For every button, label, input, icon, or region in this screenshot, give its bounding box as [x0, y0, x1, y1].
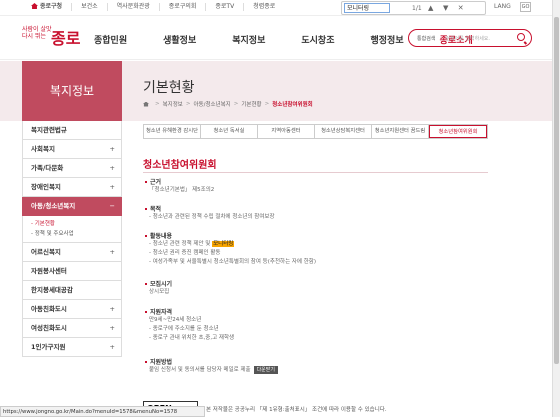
sidebar-item-generation[interactable]: 한지붕세대공감 — [22, 281, 122, 300]
sidebar-item-volunteer[interactable]: 자원봉사센터 — [22, 262, 122, 281]
section-title: 복지정보 — [22, 61, 122, 121]
plus-icon: + — [109, 324, 115, 332]
nav-life[interactable]: 생활정보 — [163, 33, 196, 46]
utility-link-council[interactable]: 종로구의회 — [158, 3, 206, 11]
plus-icon: + — [109, 145, 115, 153]
utility-link-integrity[interactable]: 청렴종로 — [243, 3, 284, 11]
sidebar-item-women-city[interactable]: 여성친화도시 + — [22, 319, 122, 338]
divider — [143, 172, 488, 173]
page-title: 기본현황 — [143, 80, 195, 96]
find-prev-button[interactable]: ▲ — [425, 4, 437, 12]
nav-city[interactable]: 도시창조 — [301, 33, 334, 46]
tab-counseling[interactable]: 청소년상담복지센터 — [315, 125, 372, 138]
breadcrumb-item[interactable]: 기본현황 — [241, 100, 261, 108]
go-button[interactable]: GO — [520, 2, 531, 12]
search-input[interactable]: 검색어를 입력하세요. — [445, 35, 490, 42]
lang-select[interactable]: LANG — [494, 3, 511, 10]
tab-watch[interactable]: 청소년 유해환경 감시단 — [144, 125, 201, 138]
search-scope-select[interactable]: 통합검색 — [417, 35, 435, 42]
utility-link-jongno[interactable]: 종로구청 — [22, 3, 71, 11]
search-box: 통합검색 검색어를 입력하세요. — [408, 29, 532, 47]
sidebar-item-laws[interactable]: 복지관련법규 — [22, 121, 122, 140]
section-purpose: 목적 - 청소년과 관련된 정책 수립 절차에 청소년의 참여보장 — [145, 204, 275, 222]
plus-icon: + — [109, 164, 115, 172]
content-title: 청소년참여위원회 — [143, 160, 217, 171]
breadcrumb: > 복지정보 > 아동/청소년복지 > 기본현황 > 청소년참여위원회 — [143, 100, 313, 108]
utility-link-history[interactable]: 역사문화관광 — [106, 3, 159, 11]
minus-icon: − — [109, 202, 115, 210]
utility-bar: 종로구청 보건소 역사문화관광 종로구의회 종로TV 청렴종로 모니터링 1/1… — [0, 0, 552, 16]
search-icon[interactable] — [517, 33, 525, 41]
sidebar-subitem-policy[interactable]: - 정책 및 주요사업 — [31, 229, 121, 239]
sidebar-subitem-status[interactable]: - 기본현황 — [31, 219, 121, 229]
find-bar: 모니터링 1/1 ▲ ▼ ✕ — [341, 1, 486, 15]
sidebar: 복지관련법규 사회복지 + 가족/다문화 + 장애인복지 + 아동/청소년복지 − - … — [22, 121, 122, 357]
logo-slogan: 사람이 살맛 다시 뛰는 — [22, 26, 52, 40]
scrollbar-thumb[interactable] — [554, 17, 559, 364]
tab-dream[interactable]: 청소년지원센터 꿈드림 — [372, 125, 429, 138]
tab-child-center[interactable]: 지역아동센터 — [258, 125, 315, 138]
section-basis: 근거 「청소년기본법」 제5조의2 — [145, 177, 214, 195]
plus-icon: + — [109, 343, 115, 351]
status-url: https://www.jongno.go.kr/Main.do?menuId=… — [0, 406, 205, 417]
sidebar-item-social[interactable]: 사회복지 + — [22, 140, 122, 159]
plus-icon: + — [109, 183, 115, 191]
utility-links: 종로구청 보건소 역사문화관광 종로구의회 종로TV 청렴종로 — [22, 3, 284, 11]
utility-link-tv[interactable]: 종로TV — [205, 3, 243, 11]
nav-civil[interactable]: 종합민원 — [94, 33, 127, 46]
scrollbar[interactable] — [552, 0, 560, 417]
utility-link-health[interactable]: 보건소 — [71, 3, 107, 11]
plus-icon: + — [109, 248, 115, 256]
find-count: 1/1 — [412, 4, 422, 12]
home-icon — [31, 3, 38, 9]
sidebar-submenu: - 기본현황 - 정책 및 주요사업 — [22, 216, 122, 243]
site-header: 사람이 살맛 다시 뛰는 종로 종합민원 생활정보 복지정보 도시창조 행정정보… — [0, 16, 552, 60]
site-logo[interactable]: 종로 — [51, 25, 80, 49]
find-highlight: 모니터링 — [212, 241, 235, 247]
download-button[interactable]: 다운받기 — [253, 366, 278, 374]
section-activity: 활동내용 - 청소년 관련 정책 제안 및 모니터링 - 청소년 권리 증진 캠… — [145, 231, 316, 267]
sidebar-item-elderly[interactable]: 어르신복지 + — [22, 243, 122, 262]
find-next-button[interactable]: ▼ — [440, 4, 452, 12]
sidebar-item-family[interactable]: 가족/다문화 + — [22, 159, 122, 178]
sidebar-item-disabled[interactable]: 장애인복지 + — [22, 178, 122, 197]
section-recruit: 모집시기 상시모집 — [145, 279, 172, 297]
sidebar-item-child-city[interactable]: 아동친화도시 + — [22, 300, 122, 319]
sidebar-item-youth[interactable]: 아동/청소년복지 − — [22, 197, 122, 216]
plus-icon: + — [109, 305, 115, 313]
tab-reading-room[interactable]: 청소년 독서실 — [201, 125, 258, 138]
home-icon[interactable] — [143, 101, 149, 107]
find-close-button[interactable]: ✕ — [455, 4, 467, 12]
content-tabs: 청소년 유해환경 감시단 청소년 독서실 지역아동센터 청소년상담복지센터 청소… — [143, 124, 488, 139]
section-method: 지원방법 붙임 신청서 및 동의서를 담당자 메일로 제출 다운받기 — [145, 357, 278, 375]
nav-admin[interactable]: 행정정보 — [371, 33, 404, 46]
sidebar-item-single[interactable]: 1인가구지원 + — [22, 338, 122, 357]
breadcrumb-item[interactable]: 복지정보 — [163, 100, 183, 108]
breadcrumb-item[interactable]: 아동/청소년복지 — [193, 100, 230, 108]
breadcrumb-current: 청소년참여위원회 — [272, 102, 313, 108]
find-input[interactable]: 모니터링 — [344, 3, 390, 13]
section-qualification: 지원자격 만9세~만24세 청소년 - 종로구에 주소지를 둔 청소년 - 종로… — [145, 307, 234, 343]
nav-welfare[interactable]: 복지정보 — [232, 33, 265, 46]
tab-participation[interactable]: 청소년참여위원회 — [429, 125, 487, 138]
